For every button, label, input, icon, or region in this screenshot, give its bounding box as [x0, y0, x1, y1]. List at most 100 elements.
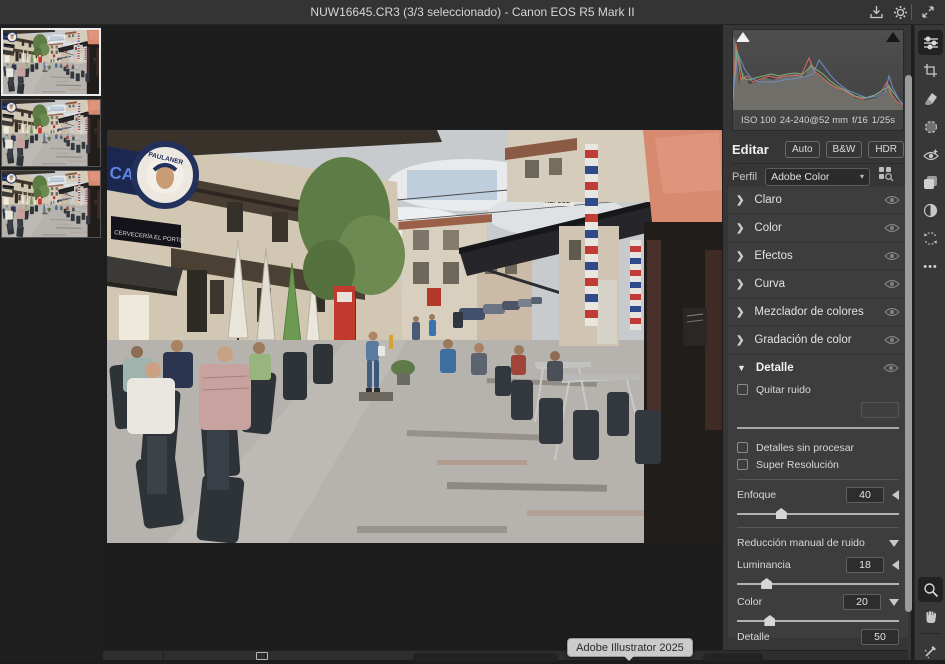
zoom-tool-icon[interactable]	[918, 577, 943, 602]
eye-icon[interactable]	[884, 335, 900, 345]
quitar-ruido-checkbox[interactable]	[737, 384, 748, 395]
chevron-right-icon: ❯	[736, 335, 744, 346]
section-efectos[interactable]: ❯ Efectos	[728, 243, 908, 269]
section-label: Mezclador de colores	[754, 306, 863, 318]
exif-lens: 24-240@52 mm	[780, 115, 848, 126]
divider	[737, 527, 899, 528]
filmstrip	[0, 25, 103, 660]
dock-item[interactable]	[413, 653, 558, 662]
section-label: Gradación de color	[754, 334, 851, 346]
luminancia-slider[interactable]	[737, 577, 899, 591]
section-label: Curva	[754, 278, 785, 290]
eye-icon[interactable]	[883, 363, 899, 373]
snapshots-tool-icon[interactable]	[918, 198, 943, 223]
thumbnail-2[interactable]	[1, 99, 101, 167]
edit-panel: ISO 100 24-240@52 mm f/16 1/25s Editar A…	[723, 25, 911, 660]
quitar-ruido-slider	[737, 421, 899, 435]
luminancia-value[interactable]: 18	[846, 557, 884, 573]
chevron-right-icon: ❯	[736, 195, 744, 206]
red-eye-tool-icon[interactable]	[918, 142, 943, 167]
titlebar: NUW16645.CR3 (3/3 seleccionado) - Canon …	[0, 0, 945, 25]
eye-icon[interactable]	[884, 279, 900, 289]
luminancia-disclosure-icon[interactable]	[892, 560, 899, 570]
reduccion-header[interactable]: Reducción manual de ruido	[737, 534, 899, 552]
enfoque-value[interactable]: 40	[846, 487, 884, 503]
versions-tool-icon[interactable]	[918, 226, 943, 251]
luminancia-row: Luminancia 18	[737, 556, 899, 574]
param-label: Luminancia	[737, 559, 791, 571]
section-color[interactable]: ❯ Color	[728, 215, 908, 241]
eye-icon[interactable]	[884, 251, 900, 261]
enfoque-slider[interactable]	[737, 507, 899, 521]
dock-tooltip: Adobe Illustrator 2025	[567, 638, 693, 657]
checkbox-label: Quitar ruido	[756, 384, 811, 396]
thumbnail-3[interactable]	[1, 170, 101, 238]
color-value[interactable]: 20	[843, 594, 881, 610]
section-claro[interactable]: ❯ Claro	[728, 187, 908, 213]
color-disclosure-icon[interactable]	[889, 599, 899, 606]
main-photo[interactable]	[107, 130, 722, 543]
super-resolucion-checkbox[interactable]	[737, 459, 748, 470]
group-label: Reducción manual de ruido	[737, 537, 865, 549]
hand-tool-icon[interactable]	[918, 605, 943, 630]
param-label: Detalle	[737, 631, 770, 643]
masking-tool-icon[interactable]	[918, 114, 943, 139]
profile-select[interactable]: Adobe Color ▾	[765, 168, 870, 186]
more-tools-icon[interactable]: •••	[918, 254, 943, 279]
filmstrip-toggle-icon[interactable]	[256, 652, 268, 660]
divider	[737, 479, 899, 480]
detalles-sin-procesar-checkbox[interactable]	[737, 442, 748, 453]
chevron-down-icon: ▼	[737, 363, 746, 373]
exif-info: ISO 100 24-240@52 mm f/16 1/25s	[733, 110, 903, 130]
section-label: Detalle	[756, 362, 794, 374]
section-label: Claro	[754, 194, 781, 206]
gear-icon[interactable]	[890, 3, 910, 21]
luminancia-slider-thumb[interactable]	[761, 578, 772, 589]
super-resolucion-row[interactable]: Super Resolución	[737, 456, 899, 473]
profile-label: Perfil	[732, 171, 757, 183]
histogram[interactable]: ISO 100 24-240@52 mm f/16 1/25s	[732, 29, 904, 131]
detalle-value[interactable]: 50	[861, 629, 899, 645]
quitar-ruido-amount-box	[861, 402, 899, 418]
panel-scrollbar[interactable]	[905, 75, 912, 612]
profile-browser-icon[interactable]	[878, 166, 894, 187]
bottom-bar	[103, 650, 908, 660]
section-label: Color	[754, 222, 781, 234]
section-detalle: ▼ Detalle Quitar ruido Detalles sin proc…	[728, 355, 908, 638]
profile-value: Adobe Color	[771, 171, 829, 183]
eye-icon[interactable]	[884, 223, 900, 233]
dock-item[interactable]	[703, 653, 763, 662]
thumbnail-1[interactable]	[1, 28, 101, 96]
panel-title: Editar	[732, 142, 769, 157]
hdr-button[interactable]: HDR	[868, 141, 904, 158]
enfoque-slider-thumb[interactable]	[776, 508, 787, 519]
color-slider-thumb[interactable]	[764, 615, 775, 626]
profile-row: Perfil Adobe Color ▾	[732, 163, 904, 189]
dock-tooltip-pointer	[624, 656, 634, 661]
bw-button[interactable]: B&W	[826, 141, 863, 158]
presets-tool-icon[interactable]	[918, 170, 943, 195]
heal-tool-icon[interactable]	[918, 86, 943, 111]
expand-icon[interactable]	[918, 3, 938, 21]
auto-button[interactable]: Auto	[785, 141, 820, 158]
edit-tool-icon[interactable]	[918, 30, 943, 55]
color-slider[interactable]	[737, 614, 899, 628]
section-curva[interactable]: ❯ Curva	[728, 271, 908, 297]
eye-icon[interactable]	[884, 195, 900, 205]
enfoque-row: Enfoque 40	[737, 486, 899, 504]
enfoque-disclosure-icon[interactable]	[892, 490, 899, 500]
eye-icon[interactable]	[884, 307, 900, 317]
save-icon[interactable]	[866, 3, 886, 21]
detalle-header[interactable]: ▼ Detalle	[737, 355, 899, 381]
crop-tool-icon[interactable]	[918, 58, 943, 83]
white-balance-tool-icon[interactable]	[918, 639, 943, 664]
dock-tooltip-text: Adobe Illustrator 2025	[576, 642, 684, 654]
reduccion-disclosure-icon[interactable]	[889, 540, 899, 547]
section-mezclador[interactable]: ❯ Mezclador de colores	[728, 299, 908, 325]
detalles-sin-procesar-row[interactable]: Detalles sin procesar	[737, 439, 899, 456]
exif-shutter: 1/25s	[872, 115, 895, 126]
quitar-ruido-row[interactable]: Quitar ruido	[737, 381, 899, 398]
detalle-row: Detalle 50	[737, 628, 899, 646]
titlebar-divider	[911, 4, 912, 20]
section-gradacion[interactable]: ❯ Gradación de color	[728, 327, 908, 353]
